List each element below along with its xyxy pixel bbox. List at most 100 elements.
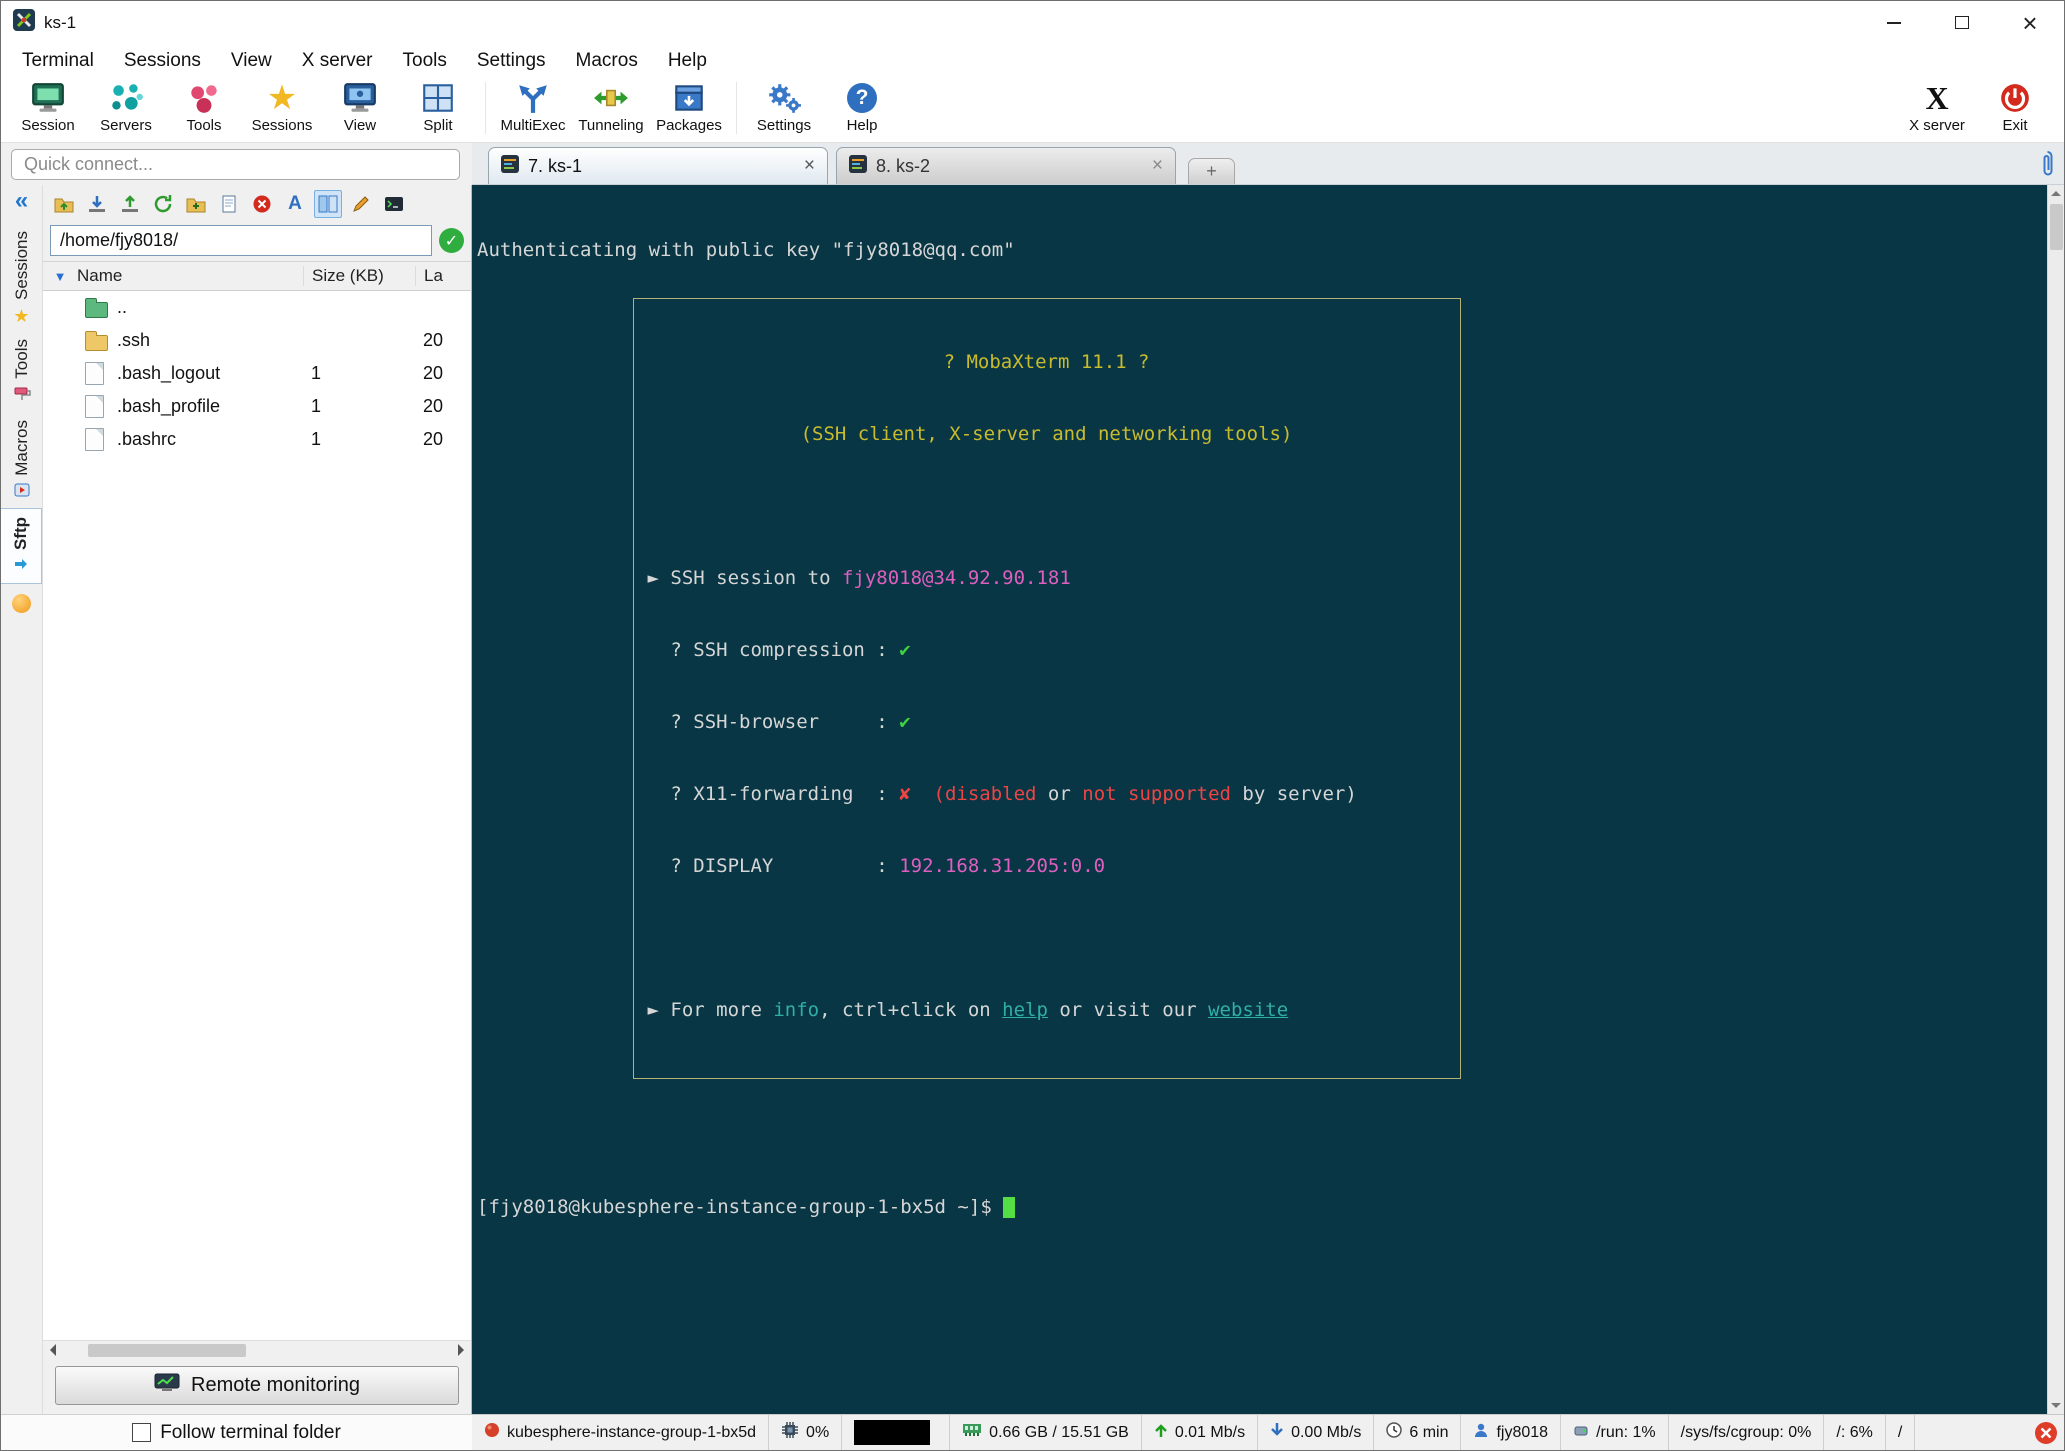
banner-text: not supported — [1082, 783, 1231, 805]
menu-terminal[interactable]: Terminal — [7, 46, 109, 76]
settings-button[interactable]: Settings — [745, 78, 823, 134]
remote-monitoring-button[interactable]: Remote monitoring — [55, 1366, 459, 1405]
scroll-up-arrow[interactable] — [2048, 185, 2064, 202]
scroll-down-arrow[interactable] — [2048, 1397, 2064, 1414]
help-button[interactable]: ? Help — [823, 78, 901, 134]
download-icon[interactable] — [83, 190, 111, 218]
multiexec-label: MultiExec — [500, 117, 566, 134]
minimize-icon — [1887, 21, 1901, 24]
menu-x-server[interactable]: X server — [287, 46, 388, 76]
collapse-sidebar-button[interactable]: « — [15, 189, 28, 213]
help-ball-icon[interactable] — [12, 594, 31, 614]
scroll-thumb[interactable] — [2049, 204, 2063, 250]
edit-pencil-icon[interactable] — [347, 190, 375, 218]
file-name: .. — [117, 297, 128, 317]
paint-roller-icon — [13, 385, 31, 408]
sidebar-item-sftp[interactable]: Sftp — [1, 508, 42, 585]
upload-icon[interactable] — [116, 190, 144, 218]
file-row-bashrc[interactable]: .bashrc 1 20 — [43, 423, 471, 456]
tools-button[interactable]: Tools — [165, 78, 243, 134]
tab-ks-1[interactable]: 7. ks-1 × — [488, 147, 828, 184]
new-file-icon[interactable] — [215, 190, 243, 218]
multiexec-button[interactable]: MultiExec — [494, 78, 572, 134]
servers-button[interactable]: Servers — [87, 78, 165, 134]
file-row-bash-logout[interactable]: .bash_logout 1 20 — [43, 357, 471, 390]
file-row-bash-profile[interactable]: .bash_profile 1 20 — [43, 390, 471, 423]
website-link[interactable]: website — [1208, 999, 1288, 1021]
scroll-right-arrow[interactable] — [454, 1344, 468, 1357]
menu-macros[interactable]: Macros — [561, 46, 653, 76]
tunneling-button[interactable]: Tunneling — [572, 78, 650, 134]
sftp-path-input[interactable] — [50, 225, 432, 256]
servers-label: Servers — [100, 117, 152, 134]
scroll-thumb[interactable] — [88, 1343, 246, 1357]
session-button[interactable]: Session — [9, 78, 87, 134]
settings-gear-icon — [766, 80, 802, 116]
column-header-last[interactable]: La — [415, 266, 471, 286]
scroll-track[interactable] — [60, 1343, 454, 1357]
column-header-size[interactable]: Size (KB) — [303, 266, 415, 286]
close-button[interactable]: × — [1996, 1, 2064, 44]
status-memory: 0.66 GB / 15.51 GB — [950, 1415, 1142, 1450]
new-tab-button[interactable]: + — [1188, 158, 1235, 184]
status-label: /sys/fs/cgroup: 0% — [1680, 1423, 1812, 1441]
banner-text — [911, 783, 934, 805]
follow-terminal-folder[interactable]: Follow terminal folder — [1, 1414, 472, 1450]
tab-ks-2[interactable]: 8. ks-2 × — [836, 147, 1176, 184]
quick-connect-input[interactable] — [11, 148, 460, 180]
paperclip-icon[interactable] — [2039, 149, 2056, 184]
sidebar-item-sessions[interactable]: Sessions ★ — [1, 223, 42, 331]
menu-settings[interactable]: Settings — [462, 46, 561, 76]
maximize-icon — [1955, 16, 1969, 29]
view-button[interactable]: View — [321, 78, 399, 134]
tunneling-icon — [593, 80, 629, 116]
view-monitor-icon — [342, 80, 378, 116]
column-header-name[interactable]: Name — [77, 266, 303, 286]
maximize-button[interactable] — [1928, 1, 1996, 44]
tab-close-icon[interactable]: × — [804, 155, 815, 177]
terminal-scrollbar[interactable] — [2047, 185, 2064, 1414]
packages-button[interactable]: Packages — [650, 78, 728, 134]
file-date: 20 — [423, 363, 444, 383]
main-content: « Sessions ★ Tools Macros Sftp A /home/f… — [1, 185, 2064, 1414]
sidebar-item-tools[interactable]: Tools — [1, 331, 42, 412]
status-upload-speed: 0.01 Mb/s — [1142, 1415, 1259, 1450]
split-label: Split — [423, 117, 453, 134]
packages-label: Packages — [656, 117, 722, 134]
sidebar-item-macros[interactable]: Macros — [1, 412, 42, 509]
help-link[interactable]: help — [1002, 999, 1048, 1021]
menu-tools[interactable]: Tools — [388, 46, 462, 76]
status-user: fjy8018 — [1461, 1415, 1562, 1450]
refresh-icon[interactable] — [149, 190, 177, 218]
tab-close-icon[interactable]: × — [1152, 155, 1163, 177]
go-parent-folder-icon[interactable] — [50, 190, 78, 218]
status-label: 0.01 Mb/s — [1174, 1423, 1246, 1441]
status-label: 0.00 Mb/s — [1291, 1423, 1362, 1441]
status-disk-cgroup: /sys/fs/cgroup: 0% — [1669, 1415, 1825, 1450]
follow-terminal-checkbox[interactable] — [132, 1423, 152, 1442]
menu-view[interactable]: View — [216, 46, 287, 76]
banner-text: or visit our — [1047, 999, 1209, 1021]
x-server-button[interactable]: X X server — [1898, 78, 1976, 135]
split-button[interactable]: Split — [399, 78, 477, 134]
scroll-left-arrow[interactable] — [46, 1344, 60, 1357]
dual-pane-view-icon[interactable] — [314, 190, 342, 218]
menu-help[interactable]: Help — [653, 46, 722, 76]
file-row-ssh[interactable]: .ssh 20 — [43, 324, 471, 357]
minimize-button[interactable] — [1860, 1, 1928, 44]
tree-expander-icon[interactable]: ▼ — [43, 269, 77, 284]
status-close-button[interactable] — [2028, 1415, 2064, 1450]
rename-icon[interactable]: A — [281, 190, 309, 218]
menu-sessions[interactable]: Sessions — [109, 46, 216, 76]
terminal-output[interactable]: Authenticating with public key "fjy8018@… — [472, 185, 2047, 1414]
horizontal-scrollbar[interactable] — [43, 1340, 471, 1359]
file-date: 20 — [423, 330, 444, 350]
delete-icon[interactable] — [248, 190, 276, 218]
banner-text: , ctrl+click on — [819, 999, 1003, 1021]
sessions-button[interactable]: ★ Sessions — [243, 78, 321, 134]
sidebar-sftp-label: Sftp — [11, 517, 30, 551]
exit-button[interactable]: Exit — [1976, 78, 2054, 134]
new-folder-icon[interactable] — [182, 190, 210, 218]
open-terminal-icon[interactable] — [380, 190, 408, 218]
file-row-parent[interactable]: .. — [43, 291, 471, 324]
